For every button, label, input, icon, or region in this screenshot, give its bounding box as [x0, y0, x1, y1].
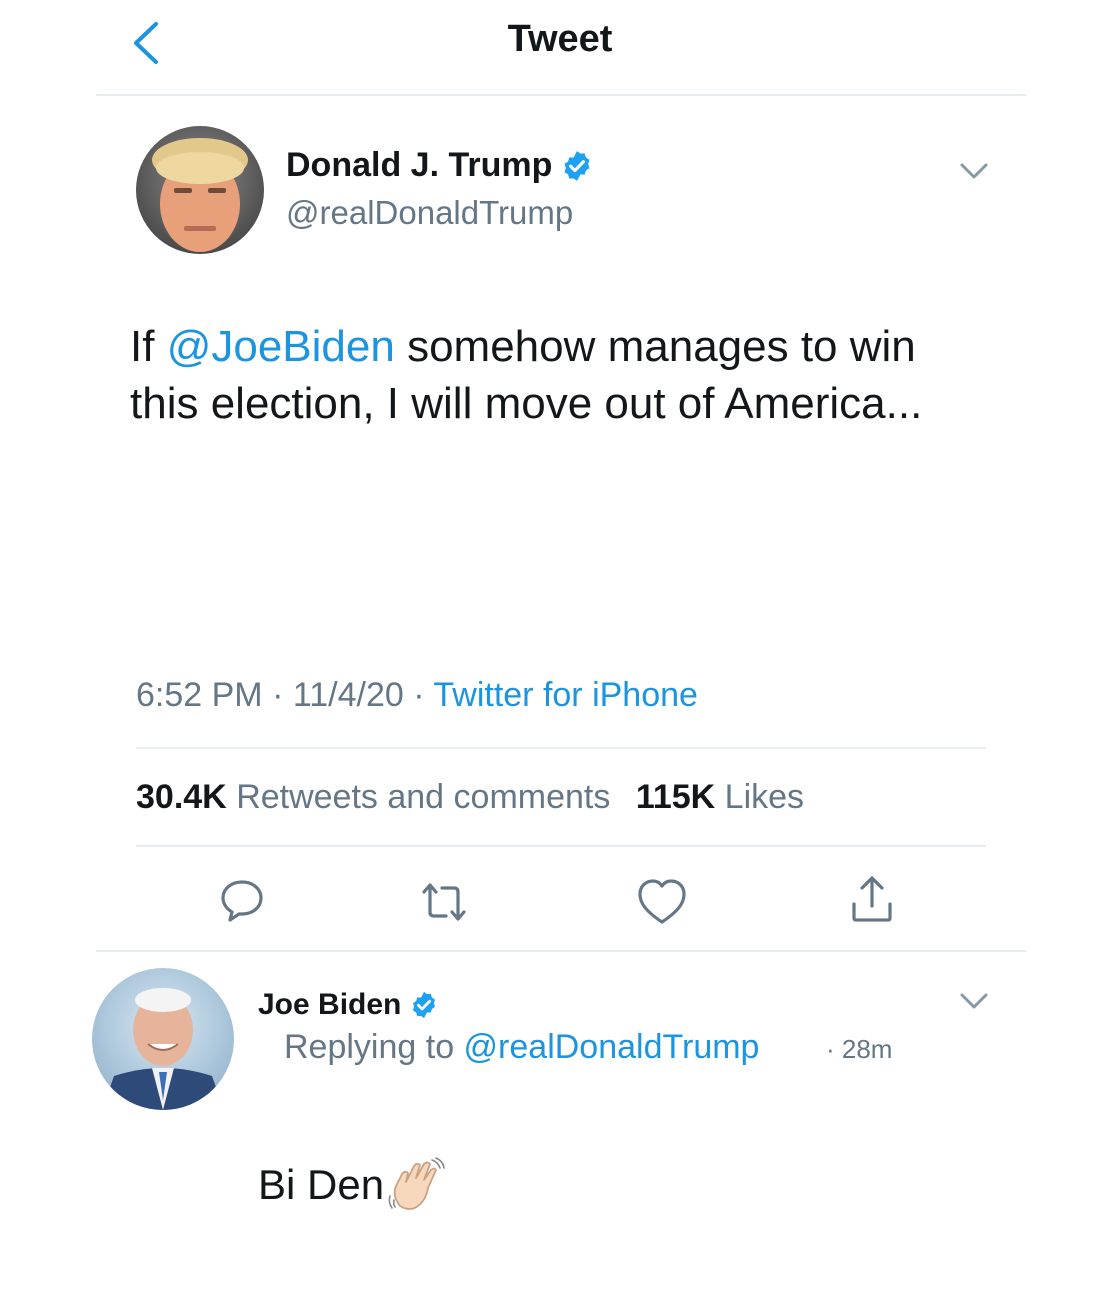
waving-hand-icon	[388, 1157, 445, 1210]
meta-separator: ·	[403, 676, 434, 714]
reply-timestamp: · 28m	[826, 1034, 893, 1064]
avatar-image	[136, 126, 264, 254]
like-button[interactable]	[632, 872, 692, 932]
likes-label: Likes	[724, 778, 805, 816]
retweets-count: 30.4K	[136, 778, 227, 816]
meta-separator: ·	[262, 676, 293, 714]
reply-text: Bi Den	[258, 1156, 446, 1214]
author-name: Donald J. Trump	[286, 146, 553, 184]
share-button[interactable]	[842, 870, 902, 930]
retweets-stat[interactable]: 30.4K Retweets and comments	[136, 778, 610, 816]
tweet-text-prefix: If	[130, 322, 167, 371]
tweet-meta: 6:52 PM · 11/4/20 · Twitter for iPhone	[136, 676, 698, 715]
retweet-button[interactable]	[414, 872, 474, 932]
author-name-row[interactable]: Donald J. Trump	[286, 146, 594, 185]
tweet-time: 6:52 PM	[136, 676, 263, 714]
reply-author-name-row[interactable]: Joe Biden	[258, 988, 439, 1022]
reply-text-content: Bi Den	[258, 1161, 385, 1208]
divider	[136, 845, 986, 847]
verified-badge-icon	[564, 150, 590, 181]
tweet-text: If @JoeBiden somehow manages to win this…	[130, 318, 980, 432]
likes-count: 115K	[635, 778, 716, 816]
chevron-down-icon	[960, 993, 988, 1009]
retweets-label: Retweets and comments	[236, 778, 611, 816]
mention-link[interactable]: @JoeBiden	[167, 322, 395, 371]
likes-stat[interactable]: 115K Likes	[636, 778, 804, 816]
heart-icon	[638, 879, 686, 924]
replying-label: Replying to	[284, 1028, 464, 1066]
divider	[96, 950, 1026, 952]
author-avatar[interactable]	[136, 126, 264, 254]
tweet-stats: 30.4K Retweets and comments 115K Likes	[136, 778, 804, 817]
tweet-options-button[interactable]	[954, 156, 994, 186]
replying-to: Replying to @realDonaldTrump	[284, 1028, 759, 1067]
reply-button[interactable]	[212, 872, 272, 932]
avatar-image	[92, 968, 234, 1110]
replying-handle-link[interactable]: @realDonaldTrump	[464, 1028, 760, 1066]
chevron-down-icon	[960, 163, 988, 179]
author-handle[interactable]: @realDonaldTrump	[286, 194, 573, 232]
reply-options-button[interactable]	[954, 986, 994, 1016]
verified-badge-icon	[413, 991, 436, 1019]
reply-icon	[221, 880, 263, 922]
share-icon	[852, 876, 892, 922]
tweet-date: 11/4/20	[292, 676, 404, 714]
retweet-icon	[422, 883, 466, 921]
reply-author-avatar[interactable]	[92, 968, 234, 1110]
divider	[136, 747, 986, 749]
reply-author-name: Joe Biden	[258, 988, 402, 1021]
header-divider	[96, 94, 1026, 96]
tweet-source-link[interactable]: Twitter for iPhone	[433, 676, 698, 714]
page-title: Tweet	[507, 18, 613, 60]
